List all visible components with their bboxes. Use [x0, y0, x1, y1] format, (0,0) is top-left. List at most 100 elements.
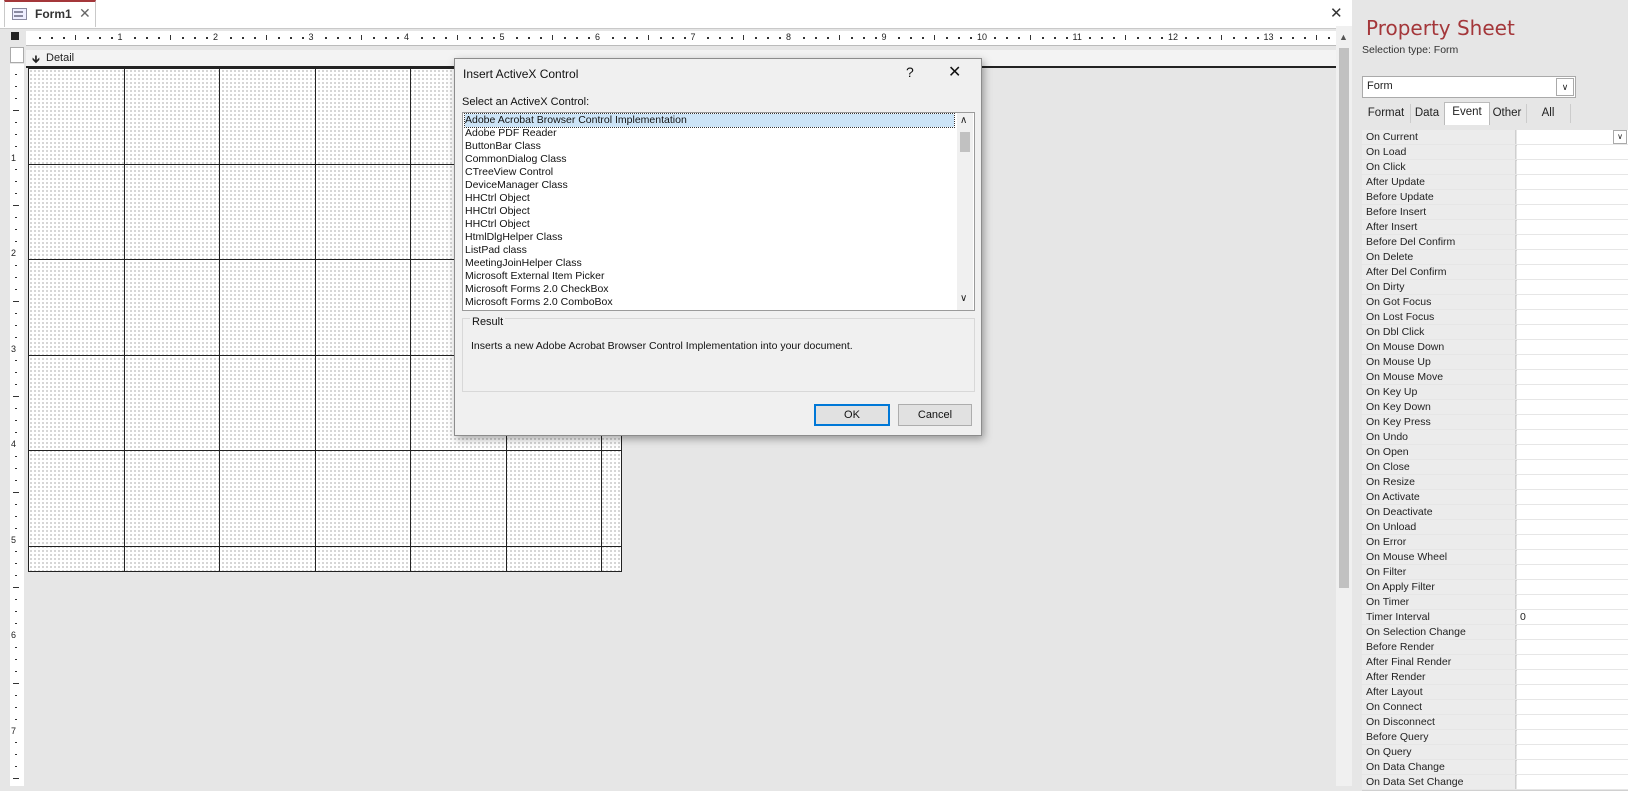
list-item[interactable]: HHCtrl Object — [465, 205, 530, 218]
property-value[interactable] — [1517, 355, 1628, 369]
list-item[interactable]: ListPad class — [465, 244, 527, 257]
help-icon[interactable]: ? — [906, 64, 914, 80]
property-value[interactable] — [1517, 595, 1628, 609]
property-row[interactable]: On Unload — [1362, 520, 1628, 536]
property-row[interactable]: On Deactivate — [1362, 505, 1628, 521]
property-row[interactable]: On Click — [1362, 160, 1628, 176]
property-value[interactable] — [1517, 280, 1628, 294]
property-value[interactable] — [1517, 265, 1628, 279]
property-row[interactable]: On Data Set Change — [1362, 775, 1628, 791]
object-selector[interactable]: Form ∨ — [1362, 76, 1576, 98]
property-row[interactable]: On Current ∨ — [1362, 130, 1628, 146]
property-value[interactable] — [1517, 490, 1628, 504]
scroll-up-icon[interactable]: ▲ — [1339, 32, 1348, 42]
property-row[interactable]: On Timer — [1362, 595, 1628, 611]
property-row[interactable]: On Filter — [1362, 565, 1628, 581]
tab-format[interactable]: Format — [1362, 104, 1411, 123]
list-item[interactable]: ButtonBar Class — [465, 140, 541, 153]
property-row[interactable]: On Activate — [1362, 490, 1628, 506]
property-value[interactable] — [1517, 160, 1628, 174]
property-row[interactable]: On Got Focus — [1362, 295, 1628, 311]
property-value[interactable] — [1517, 640, 1628, 654]
property-value[interactable] — [1517, 535, 1628, 549]
property-value[interactable] — [1517, 370, 1628, 384]
property-value[interactable] — [1517, 475, 1628, 489]
property-row[interactable]: On Selection Change — [1362, 625, 1628, 641]
property-row[interactable]: On Dirty — [1362, 280, 1628, 296]
property-value[interactable]: 0 — [1517, 610, 1628, 624]
chevron-down-icon[interactable]: ∨ — [1556, 78, 1574, 96]
property-row[interactable]: Before Render — [1362, 640, 1628, 656]
property-row[interactable]: On Data Change — [1362, 760, 1628, 776]
property-row[interactable]: On Resize — [1362, 475, 1628, 491]
list-item[interactable]: DeviceManager Class — [465, 179, 568, 192]
property-value[interactable] — [1517, 775, 1628, 789]
property-row[interactable]: On Apply Filter — [1362, 580, 1628, 596]
tab-all[interactable]: All — [1526, 104, 1571, 123]
property-value[interactable] — [1517, 625, 1628, 639]
property-value[interactable] — [1517, 205, 1628, 219]
tab-data[interactable]: Data — [1410, 104, 1445, 123]
property-row[interactable]: On Error — [1362, 535, 1628, 551]
property-value[interactable] — [1517, 295, 1628, 309]
designer-vertical-scrollbar[interactable]: ▲ — [1336, 26, 1352, 786]
property-value[interactable] — [1517, 670, 1628, 684]
vertical-ruler[interactable]: 1 2 3 4 5 6 7 — [10, 64, 24, 786]
list-item[interactable]: HtmlDlgHelper Class — [465, 231, 562, 244]
property-row[interactable]: Before Del Confirm — [1362, 235, 1628, 251]
property-row[interactable]: Before Insert — [1362, 205, 1628, 221]
list-item[interactable]: CommonDialog Class — [465, 153, 567, 166]
property-value[interactable] — [1517, 145, 1628, 159]
property-value[interactable] — [1517, 550, 1628, 564]
cancel-button[interactable]: Cancel — [898, 404, 972, 426]
property-row[interactable]: On Lost Focus — [1362, 310, 1628, 326]
property-row[interactable]: On Open — [1362, 445, 1628, 461]
property-value[interactable] — [1517, 430, 1628, 444]
property-row[interactable]: On Load — [1362, 145, 1628, 161]
list-item[interactable]: Microsoft Forms 2.0 CheckBox — [465, 283, 609, 296]
list-item[interactable]: CTreeView Control — [465, 166, 553, 179]
property-value[interactable] — [1517, 175, 1628, 189]
property-row[interactable]: Timer Interval 0 — [1362, 610, 1628, 626]
property-value[interactable] — [1517, 520, 1628, 534]
property-value[interactable] — [1517, 700, 1628, 714]
scrollbar-thumb[interactable] — [1339, 48, 1349, 588]
property-value[interactable] — [1517, 325, 1628, 339]
property-value[interactable] — [1517, 760, 1628, 774]
property-value[interactable] — [1517, 130, 1628, 144]
property-row[interactable]: After Update — [1362, 175, 1628, 191]
form-selector[interactable] — [10, 47, 24, 63]
list-item[interactable]: Microsoft Forms 2.0 ComboBox — [465, 296, 613, 309]
property-value[interactable] — [1517, 385, 1628, 399]
property-value[interactable] — [1517, 655, 1628, 669]
property-row[interactable]: On Key Press — [1362, 415, 1628, 431]
chevron-down-icon[interactable]: ∨ — [1613, 130, 1627, 144]
property-row[interactable]: On Connect — [1362, 700, 1628, 716]
property-value[interactable] — [1517, 685, 1628, 699]
horizontal-ruler[interactable]: 1 2 3 4 5 6 7 8 9 10 11 12 13 — [26, 31, 1338, 46]
property-row[interactable]: On Dbl Click — [1362, 325, 1628, 341]
property-row[interactable]: On Query — [1362, 745, 1628, 761]
list-item[interactable]: HHCtrl Object — [465, 192, 530, 205]
property-row[interactable]: On Disconnect — [1362, 715, 1628, 731]
property-value[interactable] — [1517, 190, 1628, 204]
property-row[interactable]: On Mouse Move — [1362, 370, 1628, 386]
property-row[interactable]: On Key Up — [1362, 385, 1628, 401]
property-row[interactable]: On Close — [1362, 460, 1628, 476]
property-value[interactable] — [1517, 310, 1628, 324]
ruler-corner[interactable] — [11, 32, 19, 40]
property-row[interactable]: On Delete — [1362, 250, 1628, 266]
property-value[interactable] — [1517, 340, 1628, 354]
property-row[interactable]: On Mouse Wheel — [1362, 550, 1628, 566]
list-item[interactable]: MeetingJoinHelper Class — [465, 257, 582, 270]
property-value[interactable] — [1517, 460, 1628, 474]
property-value[interactable] — [1517, 565, 1628, 579]
property-value[interactable] — [1517, 400, 1628, 414]
property-row[interactable]: On Key Down — [1362, 400, 1628, 416]
property-row[interactable]: After Del Confirm — [1362, 265, 1628, 281]
property-value[interactable] — [1517, 250, 1628, 264]
ok-button[interactable]: OK — [814, 404, 890, 426]
close-icon[interactable]: ✕ — [79, 5, 91, 22]
close-icon[interactable]: ✕ — [948, 62, 961, 82]
property-value[interactable] — [1517, 415, 1628, 429]
